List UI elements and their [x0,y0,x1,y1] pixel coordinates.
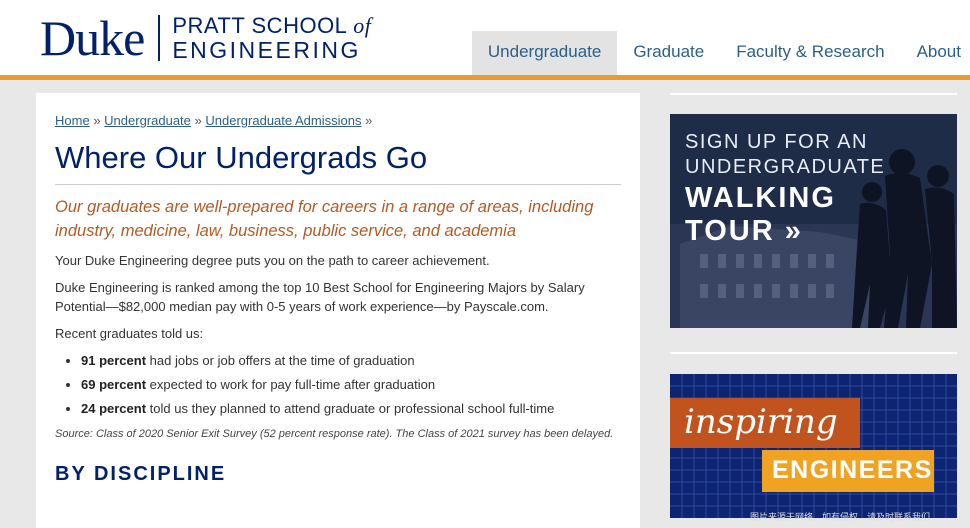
ranking-paragraph: Duke Engineering is ranked among the top… [55,280,585,314]
nav-item-undergraduate[interactable]: Undergraduate [471,31,618,75]
breadcrumb-home[interactable]: Home [55,113,90,128]
page-title: Where Our Undergrads Go [55,138,621,185]
inspiring-word: inspiring [684,402,838,442]
list-item: 91 percent had jobs or job offers at the… [81,349,621,373]
engineers-label-box: ENGINEERS [762,450,934,492]
main-nav: Undergraduate Graduate Faculty & Researc… [471,31,970,75]
logo-divider [158,15,161,61]
inspiring-label-box: inspiring [670,398,860,448]
walking-tour-line4: TOUR » [685,215,803,247]
header-accent-rule [0,75,970,80]
image-watermark: 图片来源于网络，如有侵权，请及时联系我们 [750,512,931,522]
walking-tour-banner[interactable]: SIGN UP FOR AN UNDERGRADUATE WALKING TOU… [670,114,957,328]
school-name-of: of [353,13,372,38]
breadcrumb-separator: » [194,113,202,128]
stats-list: 91 percent had jobs or job offers at the… [55,349,621,421]
nav-item-faculty-research[interactable]: Faculty & Research [720,31,900,75]
list-item: 24 percent told us they planned to atten… [81,397,621,421]
sidebar-divider [670,352,957,354]
source-note: Source: Class of 2020 Senior Exit Survey… [55,428,614,440]
survey-intro: Recent graduates told us: [55,326,204,341]
stat-text: had jobs or job offers at the time of gr… [146,353,415,368]
site-header: Duke PRATT SCHOOL of ENGINEERING Undergr… [0,0,970,76]
list-item: 69 percent expected to work for pay full… [81,373,621,397]
stat-value: 91 percent [81,353,147,368]
engineers-word: ENGINEERS [772,456,933,484]
main-content: Home » Undergraduate » Undergraduate Adm… [36,93,640,528]
lead-text: Our graduates are well-prepared for care… [55,198,594,240]
breadcrumb-undergraduate[interactable]: Undergraduate [104,113,191,128]
stat-value: 24 percent [81,401,147,416]
walking-tour-line1: SIGN UP FOR AN [685,131,868,153]
stat-value: 69 percent [81,377,147,392]
stat-text: told us they planned to attend graduate … [146,401,555,416]
duke-wordmark: Duke [40,10,145,66]
walking-tour-line2: UNDERGRADUATE [685,156,886,178]
intro-paragraph: Your Duke Engineering degree puts you on… [55,253,490,268]
sidebar-divider [670,93,957,95]
school-name-line2: ENGINEERING [172,37,361,63]
inspiring-engineers-banner[interactable]: inspiring ENGINEERS [670,374,957,518]
school-name-line1: PRATT SCHOOL [172,13,347,38]
nav-item-graduate[interactable]: Graduate [617,31,720,75]
breadcrumb: Home » Undergraduate » Undergraduate Adm… [55,112,621,130]
section-heading-discipline: BY DISCIPLINE [55,463,227,485]
walking-tour-text: SIGN UP FOR AN UNDERGRADUATE WALKING TOU… [685,130,885,248]
walking-tour-line3: WALKING [685,182,836,214]
duke-pratt-logo[interactable]: Duke PRATT SCHOOL of ENGINEERING [40,10,371,66]
stat-text: expected to work for pay full-time after… [146,377,436,392]
nav-item-about[interactable]: About [901,31,970,75]
school-name: PRATT SCHOOL of ENGINEERING [172,13,371,63]
breadcrumb-undergraduate-admissions[interactable]: Undergraduate Admissions [205,113,361,128]
breadcrumb-separator: » [365,113,373,128]
breadcrumb-separator: » [93,113,101,128]
